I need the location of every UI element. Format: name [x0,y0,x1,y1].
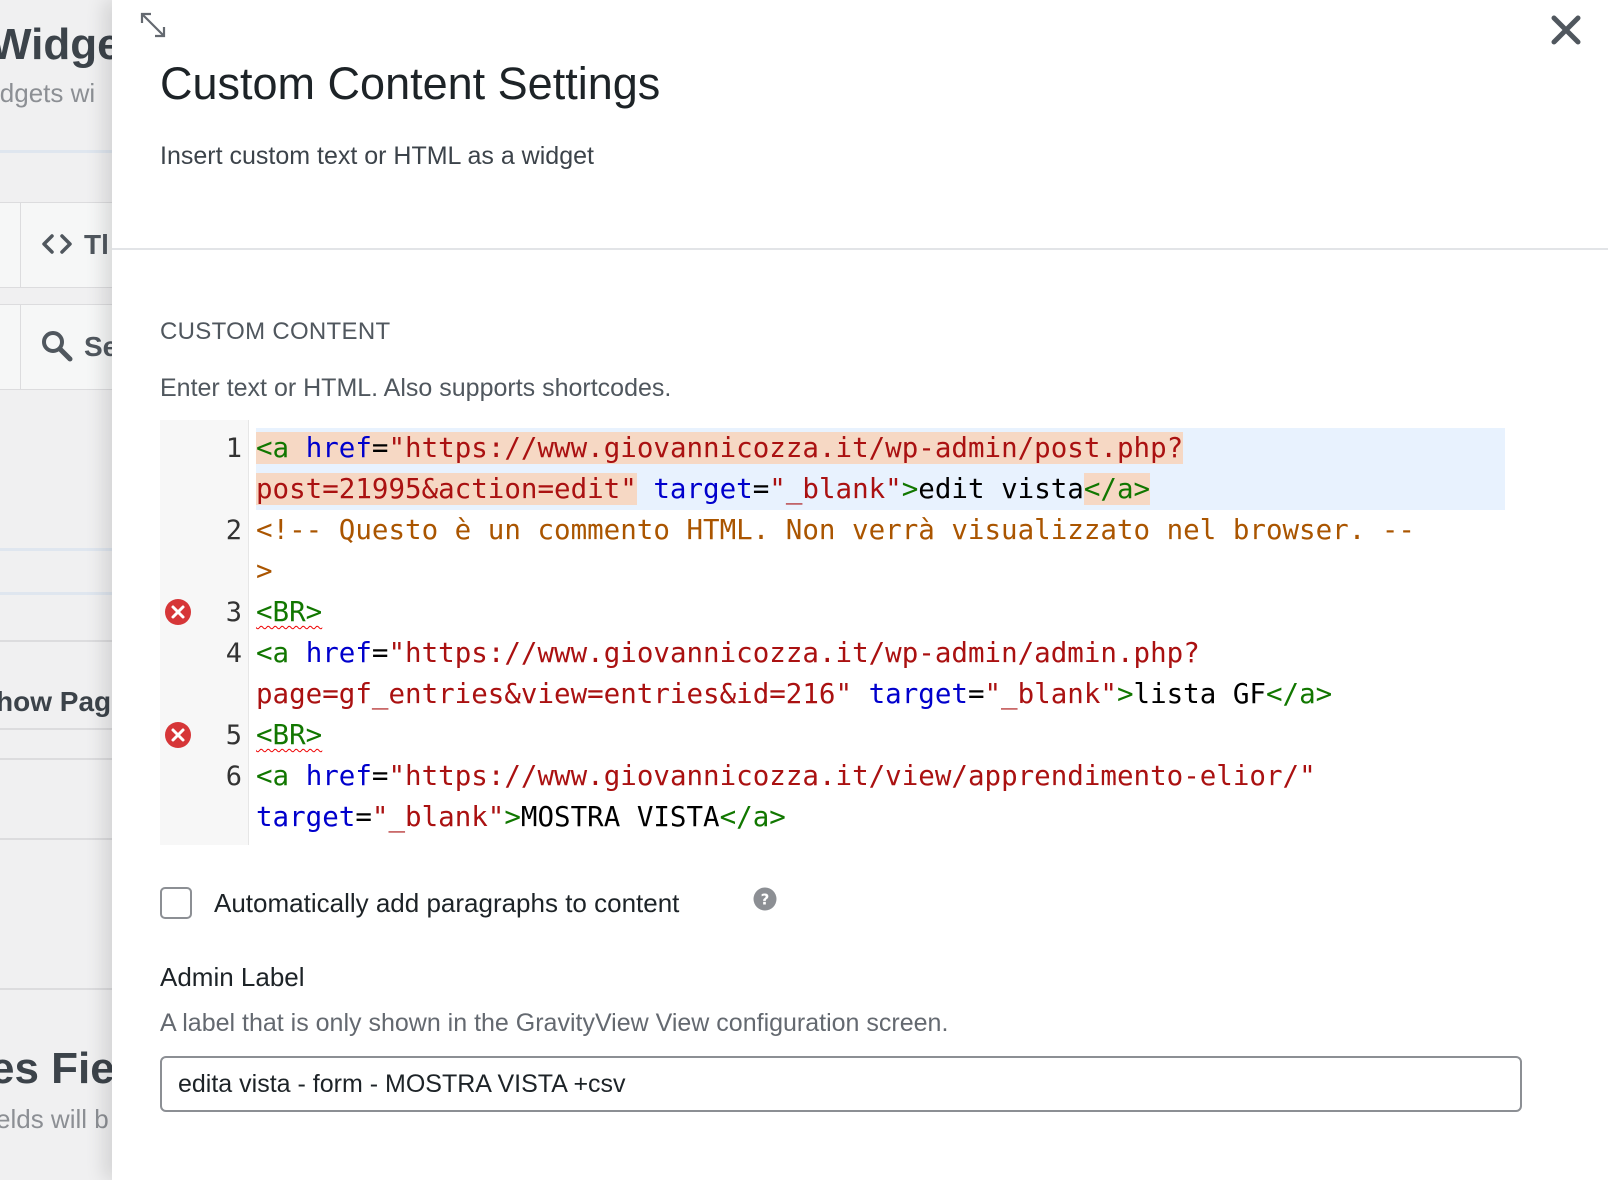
line-number: 2 [225,515,242,546]
background-widgets-desc: idgets wi [0,78,96,108]
code-line-2a[interactable]: <!-- Questo è un commento HTML. Non verr… [256,510,1505,551]
help-icon[interactable]: ? [753,887,777,911]
close-icon[interactable] [1546,10,1586,50]
background-divider [0,548,112,551]
line-number: 1 [225,433,242,464]
code-line-6b[interactable]: target="_blank">MOSTRA VISTA</a> [256,797,1505,838]
error-icon[interactable] [164,721,192,749]
background-text-label: Tl [84,229,109,260]
background-divider [0,150,112,153]
code-line-4a[interactable]: <a href="https://www.giovannicozza.it/wp… [256,633,1505,674]
expand-icon[interactable] [136,8,170,42]
code-line-3[interactable]: <BR> [256,592,1505,633]
background-divider [0,758,112,760]
background-search-widget-tab: Se [0,304,112,390]
background-text-widget-tab: Tl [0,202,112,288]
editor-gutter: 1 2 3 4 5 6 [160,420,249,845]
background-fields-title: es Fiel [0,1044,112,1093]
background-divider [0,988,112,990]
line-number: 3 [225,597,242,628]
code-line-1b[interactable]: post=21995&action=edit" target="_blank">… [256,469,1505,510]
modal-subtitle: Insert custom text or HTML as a widget [160,142,594,170]
code-line-5[interactable]: <BR> [256,715,1505,756]
search-icon [42,331,73,362]
background-show-pages-label: how Pag [0,686,112,717]
code-line-6a[interactable]: <a href="https://www.giovannicozza.it/vi… [256,756,1505,797]
line-number: 6 [225,761,242,792]
admin-label-description: A label that is only shown in the Gravit… [160,1009,949,1037]
custom-content-heading: CUSTOM CONTENT [160,318,391,345]
background-separator [20,203,21,287]
code-editor[interactable]: 1 2 3 4 5 6 <a href="https://www.giovann… [160,420,1505,845]
background-search-label: Se [84,331,112,362]
admin-label-input[interactable] [160,1056,1522,1112]
code-line-4b[interactable]: page=gf_entries&view=entries&id=216" tar… [256,674,1505,715]
auto-paragraphs-checkbox[interactable] [160,887,192,919]
custom-content-description: Enter text or HTML. Also supports shortc… [160,374,672,402]
custom-content-settings-modal: Custom Content Settings Insert custom te… [112,0,1608,1180]
background-fields-desc: elds will b [0,1104,109,1134]
line-number: 4 [225,638,242,669]
code-line-1a[interactable]: <a href="https://www.giovannicozza.it/wp… [256,428,1505,469]
auto-paragraphs-label[interactable]: Automatically add paragraphs to content [214,888,679,919]
background-divider [0,640,112,642]
code-line-2b[interactable]: > [256,551,1505,592]
admin-label-heading: Admin Label [160,962,305,992]
code-icon [42,234,72,254]
background-divider [0,592,112,595]
background-separator [20,305,21,389]
background-page: Widget idgets wi Tl Se how Pag es Fiel e… [0,0,112,1180]
header-divider [112,248,1608,250]
editor-code-area[interactable]: <a href="https://www.giovannicozza.it/wp… [256,420,1505,845]
error-icon[interactable] [164,598,192,626]
background-widgets-title: Widget [0,20,112,69]
background-divider [0,728,112,730]
modal-title: Custom Content Settings [160,58,661,109]
background-divider [0,838,112,840]
line-number: 5 [225,720,242,751]
svg-text:?: ? [761,891,770,909]
